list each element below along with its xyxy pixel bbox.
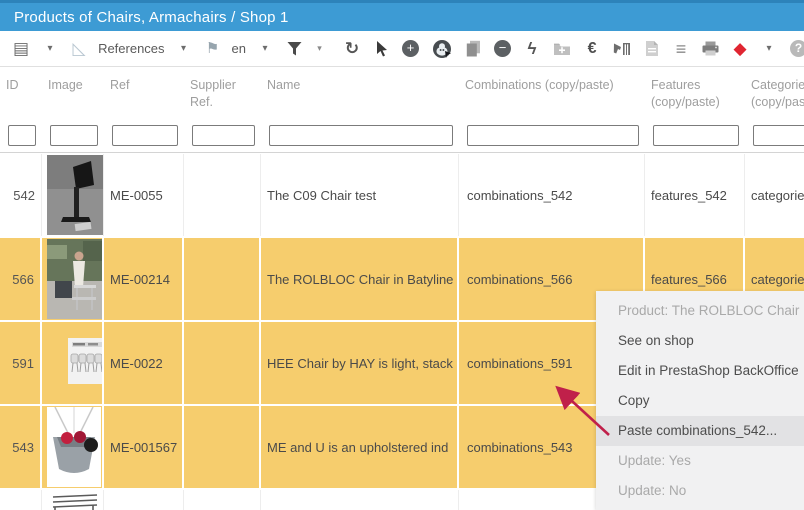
csv-export-icon[interactable] [644,38,660,60]
cell-image[interactable] [42,490,104,510]
column-header-categories[interactable]: Categories (copy/paste) [745,67,804,125]
column-header-image[interactable]: Image [42,67,104,125]
table-row: 542 ME-0055 The C09 Chair test combinati… [0,154,804,236]
context-menu-item-edit-backoffice[interactable]: Edit in PrestaShop BackOffice [596,356,804,386]
cell-supplier-ref[interactable] [184,154,261,236]
filter-input-categories[interactable] [753,125,804,146]
duplicate-product-icon[interactable] [465,38,481,60]
references-mode-label[interactable]: References [98,41,164,56]
column-header-row: ID Image Ref Supplier Ref. Name Combinat… [0,67,804,125]
cell-name[interactable]: HEE Chair by HAY is light, stack [261,322,459,404]
cell-supplier-ref[interactable] [184,322,261,404]
context-menu: Product: The ROLBLOC Chair See on shop E… [596,291,804,510]
add-product-icon[interactable]: + [402,38,419,60]
cell-image[interactable] [42,238,104,320]
filter-input-features[interactable] [653,125,739,146]
cell-id[interactable]: 543 [0,406,42,488]
context-menu-item-paste-combinations[interactable]: Paste combinations_542... [596,416,804,446]
bulk-actions-icon[interactable]: ϟ [524,38,540,60]
cell-name[interactable]: The ROLBLOC Chair in Batyline [261,238,459,320]
prices-euro-icon[interactable]: € [584,38,600,60]
csv-file-glyph [645,40,659,57]
panel-view-dropdown-icon[interactable]: ▾ [42,38,58,60]
product-photo [47,239,103,319]
filter-input-combinations[interactable] [467,125,639,146]
cell-image[interactable] [42,154,104,236]
column-header-features[interactable]: Features (copy/paste) [645,67,745,125]
select-cursor-icon[interactable] [373,38,389,60]
cell-features[interactable]: features_542 [645,154,745,236]
delete-product-icon[interactable]: − [494,38,511,60]
help-icon[interactable]: ? [790,38,804,60]
premium-gem-icon[interactable]: ◆ [732,38,748,60]
product-photo [47,491,103,510]
filter-dropdown-icon[interactable]: ▾ [315,38,331,60]
panel-view-icon[interactable]: ▤ [13,38,29,60]
references-dropdown-icon[interactable]: ▾ [176,38,192,60]
print-icon[interactable] [702,38,719,60]
column-header-id[interactable]: ID [0,67,42,125]
cell-ref[interactable]: ME-0055 [104,154,184,236]
column-header-name[interactable]: Name [261,67,459,125]
toolbar: ▤ ▾ ◺ References ▾ ⚑ en ▾ ▾ ↻ + − ϟ [0,31,804,67]
context-menu-item-update-yes: Update: Yes [596,446,804,476]
column-header-combinations[interactable]: Combinations (copy/paste) [459,67,645,125]
filter-row [0,125,804,152]
cell-name[interactable]: The C09 Chair test [261,154,459,236]
cell-id[interactable]: 542 [0,154,42,236]
filter-input-supplier-ref[interactable] [192,125,255,146]
barcode-scanner-icon[interactable] [613,38,631,60]
refresh-icon[interactable]: ↻ [344,38,360,60]
page-title: Products of Chairs, Armachairs / Shop 1 [14,9,289,26]
cell-ref[interactable]: ME-001567 [104,406,184,488]
list-view-icon[interactable]: ≡ [673,38,689,60]
panel-title-bar: Products of Chairs, Armachairs / Shop 1 [0,0,804,31]
cell-ref[interactable]: ME-00214 [104,238,184,320]
filter-input-image[interactable] [50,125,98,146]
cell-ref[interactable] [104,490,184,510]
cell-id[interactable]: 566 [0,238,42,320]
cell-name[interactable]: ME and U is an upholstered ind [261,406,459,488]
cell-categories[interactable]: categories_542 [745,154,804,236]
pages-glyph [466,40,481,57]
language-dropdown-icon[interactable]: ▾ [257,38,273,60]
cell-ref[interactable]: ME-0022 [104,322,184,404]
filter-icon[interactable] [286,38,302,60]
add-folder-icon[interactable] [553,38,571,60]
cursor-glyph [374,40,388,58]
language-label[interactable]: en [232,41,246,56]
cell-supplier-ref[interactable] [184,406,261,488]
filter-input-name[interactable] [269,125,453,146]
column-header-ref[interactable]: Ref [104,67,184,125]
context-menu-item-update-no: Update: No [596,476,804,506]
cell-id[interactable]: 591 [0,322,42,404]
cell-supplier-ref[interactable] [184,490,261,510]
language-flag-icon[interactable]: ⚑ [205,38,221,60]
cell-name[interactable] [261,490,459,510]
folder-plus-glyph [553,42,571,56]
product-photo [47,407,101,487]
printer-glyph [702,41,719,56]
context-menu-item-see-on-shop[interactable]: See on shop [596,326,804,356]
prestashop-logo [432,39,452,59]
references-mode-icon[interactable]: ◺ [71,38,87,60]
context-menu-item-copy[interactable]: Copy [596,386,804,416]
prestashop-icon[interactable] [432,38,452,60]
cell-supplier-ref[interactable] [184,238,261,320]
barcode-glyph [613,41,631,57]
product-photo [68,338,104,384]
context-menu-item-product-header: Product: The ROLBLOC Chair [596,296,804,326]
cell-combinations[interactable]: combinations_542 [459,154,645,236]
product-photo [47,155,103,235]
column-header-supplier-ref[interactable]: Supplier Ref. [184,67,261,125]
filter-input-ref[interactable] [112,125,178,146]
cell-id[interactable] [0,490,42,510]
cell-image[interactable] [42,406,104,488]
cell-image[interactable] [42,322,104,404]
funnel-glyph [287,41,302,56]
premium-dropdown-icon[interactable]: ▾ [761,38,777,60]
filter-input-id[interactable] [8,125,36,146]
